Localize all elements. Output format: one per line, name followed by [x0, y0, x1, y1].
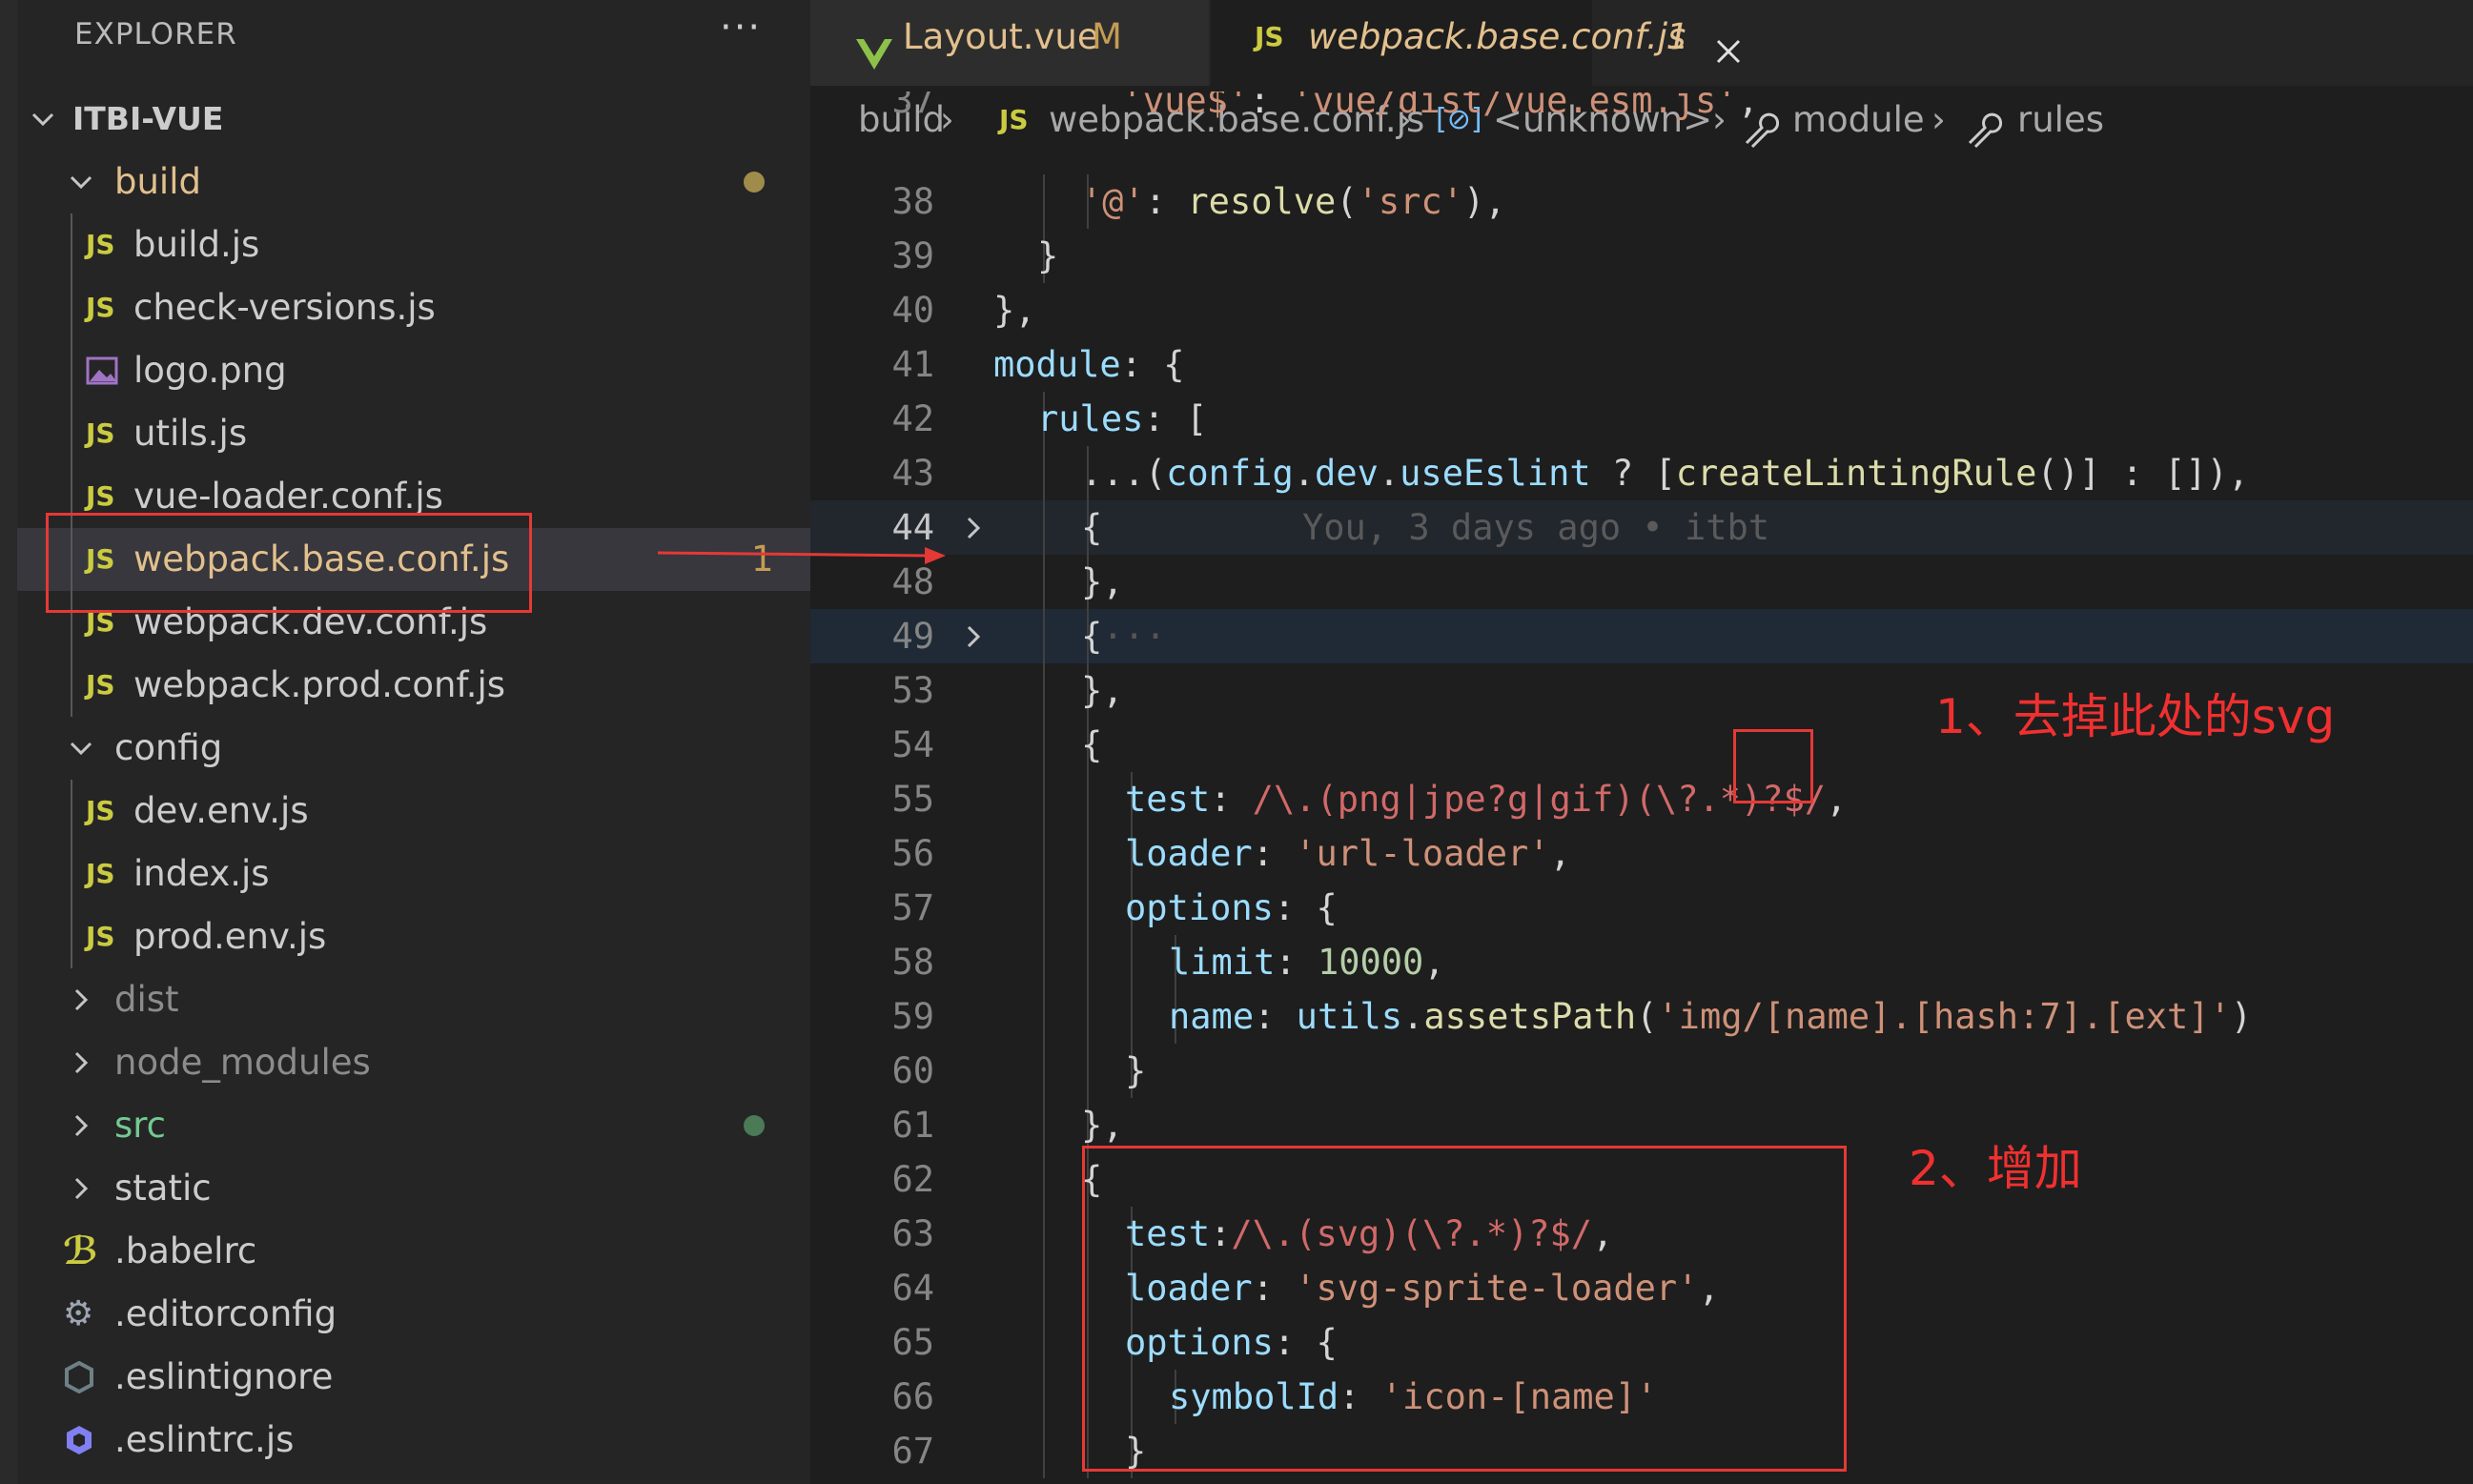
annotation-arrow [657, 547, 946, 564]
